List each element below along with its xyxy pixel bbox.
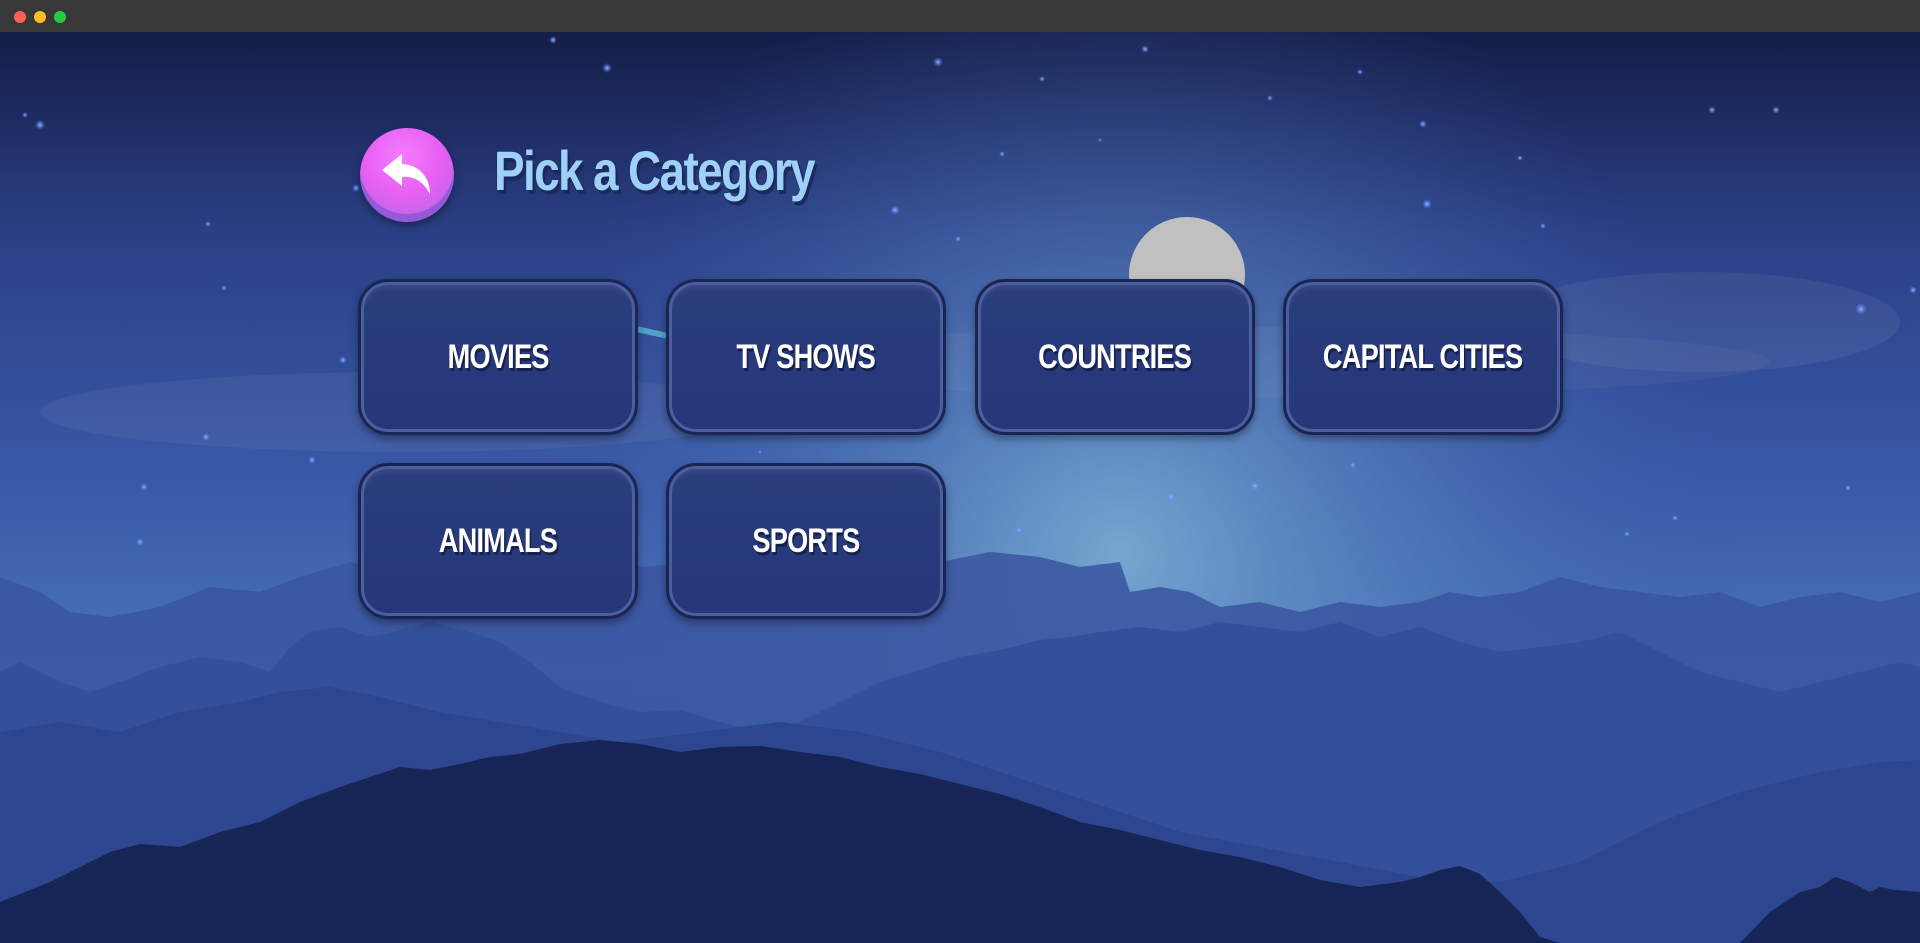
back-button[interactable] [360,128,454,222]
page-title: Pick a Category [494,139,816,202]
minimize-window-button[interactable] [34,11,46,23]
window-titlebar [0,0,1920,33]
maximize-window-button[interactable] [54,11,66,23]
category-label: MOVIES [447,337,550,376]
close-window-button[interactable] [14,11,26,23]
category-animals-button[interactable]: ANIMALS [358,463,638,619]
game-scene: Pick a Category MOVIES TV SHOWS COUNTRIE… [0,32,1920,943]
category-countries-button[interactable]: COUNTRIES [975,279,1255,435]
category-sports-button[interactable]: SPORTS [666,463,946,619]
category-capital-cities-button[interactable]: CAPITAL CITIES [1283,279,1563,435]
category-tv-shows-button[interactable]: TV SHOWS [666,279,946,435]
category-label: CAPITAL CITIES [1323,337,1523,376]
category-label: COUNTRIES [1038,337,1192,376]
category-label: ANIMALS [438,521,558,560]
night-sky-background [0,32,1920,943]
category-label: TV SHOWS [736,337,876,376]
back-arrow-icon [382,154,430,194]
category-label: SPORTS [752,521,860,560]
category-movies-button[interactable]: MOVIES [358,279,638,435]
